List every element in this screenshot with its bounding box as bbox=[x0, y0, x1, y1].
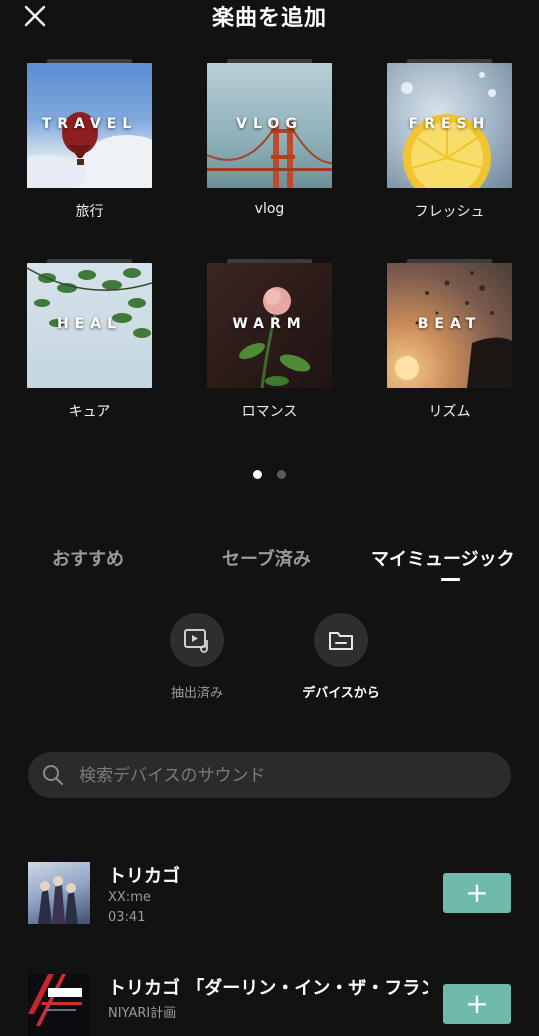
song-title: トリカゴ bbox=[108, 866, 180, 887]
song-artist: NIYARI計画 bbox=[108, 1006, 177, 1021]
tab-saved[interactable]: セーブ済み bbox=[222, 545, 311, 571]
tab-my-music[interactable]: マイミュージック bbox=[371, 545, 515, 571]
song-duration: 03:41 bbox=[108, 910, 146, 925]
category-label: フレッシュ bbox=[414, 204, 485, 220]
page-title: 楽曲を追加 bbox=[211, 6, 327, 31]
category-cover-vlog: VLOG bbox=[207, 63, 332, 188]
from-device-label: デバイスから bbox=[302, 686, 380, 701]
folder-icon bbox=[329, 632, 353, 650]
song-title: トリカゴ 「ダーリン・イン・ザ・フランキス」 bbox=[108, 978, 428, 999]
category-cover-fresh: FRESH bbox=[387, 63, 512, 188]
search-input[interactable] bbox=[77, 752, 501, 800]
category-cover-heal: HEAL bbox=[27, 263, 152, 388]
category-label: ロマンス bbox=[241, 404, 298, 420]
pager-dot[interactable] bbox=[277, 470, 286, 479]
song-thumbnail bbox=[28, 862, 90, 924]
category-fresh[interactable]: FRESH フレッシュ bbox=[387, 59, 512, 221]
category-label: vlog bbox=[254, 201, 285, 217]
category-label: リズム bbox=[428, 404, 471, 420]
song-artist: XX:me bbox=[108, 890, 151, 905]
extracted-video-music-icon bbox=[184, 629, 208, 653]
category-vlog[interactable]: VLOG vlog bbox=[207, 59, 332, 217]
add-song-button[interactable]: + bbox=[443, 873, 511, 913]
from-device-button[interactable] bbox=[314, 613, 368, 667]
category-warm[interactable]: WARM ロマンス bbox=[207, 259, 332, 421]
category-cover-beat: BEAT bbox=[387, 263, 512, 388]
category-travel[interactable]: TRAVEL 旅行 bbox=[27, 59, 152, 221]
search-bar[interactable] bbox=[28, 752, 511, 800]
category-cover-warm: WARM bbox=[207, 263, 332, 388]
pager-dot-active[interactable] bbox=[253, 470, 262, 479]
extracted-button[interactable] bbox=[170, 613, 224, 667]
category-heal[interactable]: HEAL キュア bbox=[27, 259, 152, 421]
add-song-button[interactable]: + bbox=[443, 984, 511, 1024]
song-thumbnail bbox=[28, 974, 90, 1036]
category-beat[interactable]: BEAT リズム bbox=[387, 259, 512, 421]
category-label: 旅行 bbox=[75, 204, 104, 220]
tab-recommended[interactable]: おすすめ bbox=[52, 545, 124, 571]
active-tab-indicator bbox=[441, 578, 460, 581]
search-icon bbox=[43, 765, 63, 785]
category-cover-travel: TRAVEL bbox=[27, 63, 152, 188]
extracted-label: 抽出済み bbox=[170, 686, 223, 701]
category-label: キュア bbox=[68, 404, 111, 420]
